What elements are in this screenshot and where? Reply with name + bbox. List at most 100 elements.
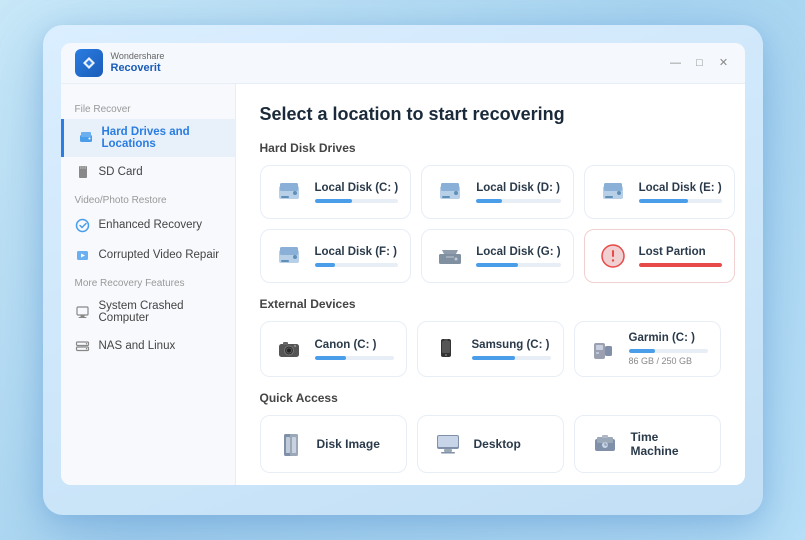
drive-f-bar-bg: [315, 263, 399, 267]
quick-card-desktop[interactable]: Desktop: [417, 415, 564, 473]
drive-lost-name: Lost Partion: [639, 246, 722, 258]
external-card-canon[interactable]: Canon (C: ): [260, 321, 407, 377]
drive-card-c[interactable]: Local Disk (C: ): [260, 165, 412, 219]
sidebar-item-sd-card[interactable]: SD Card: [61, 157, 235, 187]
drive-lost-info: Lost Partion: [639, 246, 722, 267]
drive-card-g[interactable]: Local Disk (G: ): [421, 229, 573, 283]
sidebar-item-nas-label: NAS and Linux: [99, 340, 176, 352]
garmin-name: Garmin (C: ): [629, 332, 708, 344]
main-layout: File Recover Hard Drives and Locations: [61, 84, 745, 485]
corrupted-video-icon: [75, 247, 91, 263]
local-disk-f-icon: [273, 240, 305, 272]
garmin-size: 86 GB / 250 GB: [629, 356, 708, 366]
maximize-button[interactable]: □: [693, 56, 707, 70]
drive-g-name: Local Disk (G: ): [476, 246, 560, 258]
sidebar-item-corrupted-label: Corrupted Video Repair: [99, 249, 220, 261]
enhanced-recovery-icon: [75, 217, 91, 233]
app-window: Wondershare Recoverit — □ ✕ File Recover: [61, 43, 745, 485]
sidebar-item-hard-drives[interactable]: Hard Drives and Locations: [61, 119, 235, 157]
drive-d-name: Local Disk (D: ): [476, 182, 560, 194]
canon-bar-fill: [315, 356, 347, 360]
drive-lost-bar-fill: [639, 263, 722, 267]
app-brand-top: Wondershare: [111, 51, 165, 62]
samsung-info: Samsung (C: ): [472, 339, 551, 360]
sidebar-section-file: File Recover: [61, 96, 235, 119]
local-disk-e-icon: [597, 176, 629, 208]
external-grid: Canon (C: ): [260, 321, 721, 377]
garmin-bar-fill: [629, 349, 656, 353]
content-area: Select a location to start recovering Ha…: [236, 84, 745, 485]
quick-access-grid: Disk Image Desktop: [260, 415, 721, 473]
title-bar: Wondershare Recoverit — □ ✕: [61, 43, 745, 84]
canon-name: Canon (C: ): [315, 339, 394, 351]
sidebar-section-more: More Recovery Features: [61, 270, 235, 293]
nas-icon: [75, 338, 91, 354]
sidebar: File Recover Hard Drives and Locations: [61, 84, 236, 485]
drive-c-bar-bg: [315, 199, 399, 203]
drive-e-info: Local Disk (E: ): [639, 182, 722, 203]
drive-e-name: Local Disk (E: ): [639, 182, 722, 194]
drive-d-bar-bg: [476, 199, 560, 203]
drive-lost-bar-bg: [639, 263, 722, 267]
drive-card-e[interactable]: Local Disk (E: ): [584, 165, 735, 219]
sidebar-item-system-crashed[interactable]: System Crashed Computer: [61, 293, 235, 331]
window-controls: — □ ✕: [669, 56, 731, 70]
sidebar-item-system-crashed-label: System Crashed Computer: [99, 300, 221, 324]
drive-card-lost[interactable]: Lost Partion: [584, 229, 735, 283]
hard-drives-icon: [78, 130, 94, 146]
hdd-grid: Local Disk (C: ): [260, 165, 721, 283]
sidebar-item-hard-drives-label: Hard Drives and Locations: [102, 126, 221, 150]
minimize-button[interactable]: —: [669, 56, 683, 70]
drive-e-bar-fill: [639, 199, 689, 203]
external-card-samsung[interactable]: Samsung (C: ): [417, 321, 564, 377]
section-quick-title: Quick Access: [260, 391, 721, 405]
quick-time-machine-label: Time Machine: [631, 430, 706, 458]
drive-d-bar-fill: [476, 199, 501, 203]
laptop-frame: Wondershare Recoverit — □ ✕ File Recover: [43, 25, 763, 515]
drive-card-d[interactable]: Local Disk (D: ): [421, 165, 573, 219]
drive-f-info: Local Disk (F: ): [315, 246, 399, 267]
local-disk-c-icon: [273, 176, 305, 208]
system-crashed-icon: [75, 304, 91, 320]
drive-g-bar-bg: [476, 263, 560, 267]
close-button[interactable]: ✕: [717, 56, 731, 70]
desktop-icon: [432, 428, 464, 460]
app-name-block: Wondershare Recoverit: [111, 51, 165, 75]
sidebar-section-video: Video/Photo Restore: [61, 187, 235, 210]
drive-e-bar-bg: [639, 199, 722, 203]
canon-icon: [273, 333, 305, 365]
sidebar-item-nas[interactable]: NAS and Linux: [61, 331, 235, 361]
app-branding: Wondershare Recoverit: [75, 49, 165, 77]
drive-d-info: Local Disk (D: ): [476, 182, 560, 203]
sidebar-item-corrupted[interactable]: Corrupted Video Repair: [61, 240, 235, 270]
drive-c-name: Local Disk (C: ): [315, 182, 399, 194]
samsung-name: Samsung (C: ): [472, 339, 551, 351]
quick-disk-image-label: Disk Image: [317, 437, 380, 451]
drive-g-bar-fill: [476, 263, 518, 267]
section-hdd-title: Hard Disk Drives: [260, 141, 721, 155]
time-machine-icon: [589, 428, 621, 460]
quick-card-time-machine[interactable]: Time Machine: [574, 415, 721, 473]
drive-c-info: Local Disk (C: ): [315, 182, 399, 203]
app-logo: [75, 49, 103, 77]
drive-c-bar-fill: [315, 199, 353, 203]
drive-card-f[interactable]: Local Disk (F: ): [260, 229, 412, 283]
garmin-info: Garmin (C: ) 86 GB / 250 GB: [629, 332, 708, 366]
sd-card-icon: [75, 164, 91, 180]
quick-desktop-label: Desktop: [474, 437, 521, 451]
canon-info: Canon (C: ): [315, 339, 394, 360]
garmin-icon: [587, 333, 619, 365]
sidebar-item-enhanced[interactable]: Enhanced Recovery: [61, 210, 235, 240]
drive-f-name: Local Disk (F: ): [315, 246, 399, 258]
lost-partition-icon: [597, 240, 629, 272]
samsung-bar-fill: [472, 356, 515, 360]
quick-card-disk-image[interactable]: Disk Image: [260, 415, 407, 473]
local-disk-g-icon: [434, 240, 466, 272]
drive-g-info: Local Disk (G: ): [476, 246, 560, 267]
samsung-bar-bg: [472, 356, 551, 360]
external-card-garmin[interactable]: Garmin (C: ) 86 GB / 250 GB: [574, 321, 721, 377]
page-title: Select a location to start recovering: [260, 104, 721, 125]
local-disk-d-icon: [434, 176, 466, 208]
section-external-title: External Devices: [260, 297, 721, 311]
sidebar-item-sd-card-label: SD Card: [99, 166, 143, 178]
